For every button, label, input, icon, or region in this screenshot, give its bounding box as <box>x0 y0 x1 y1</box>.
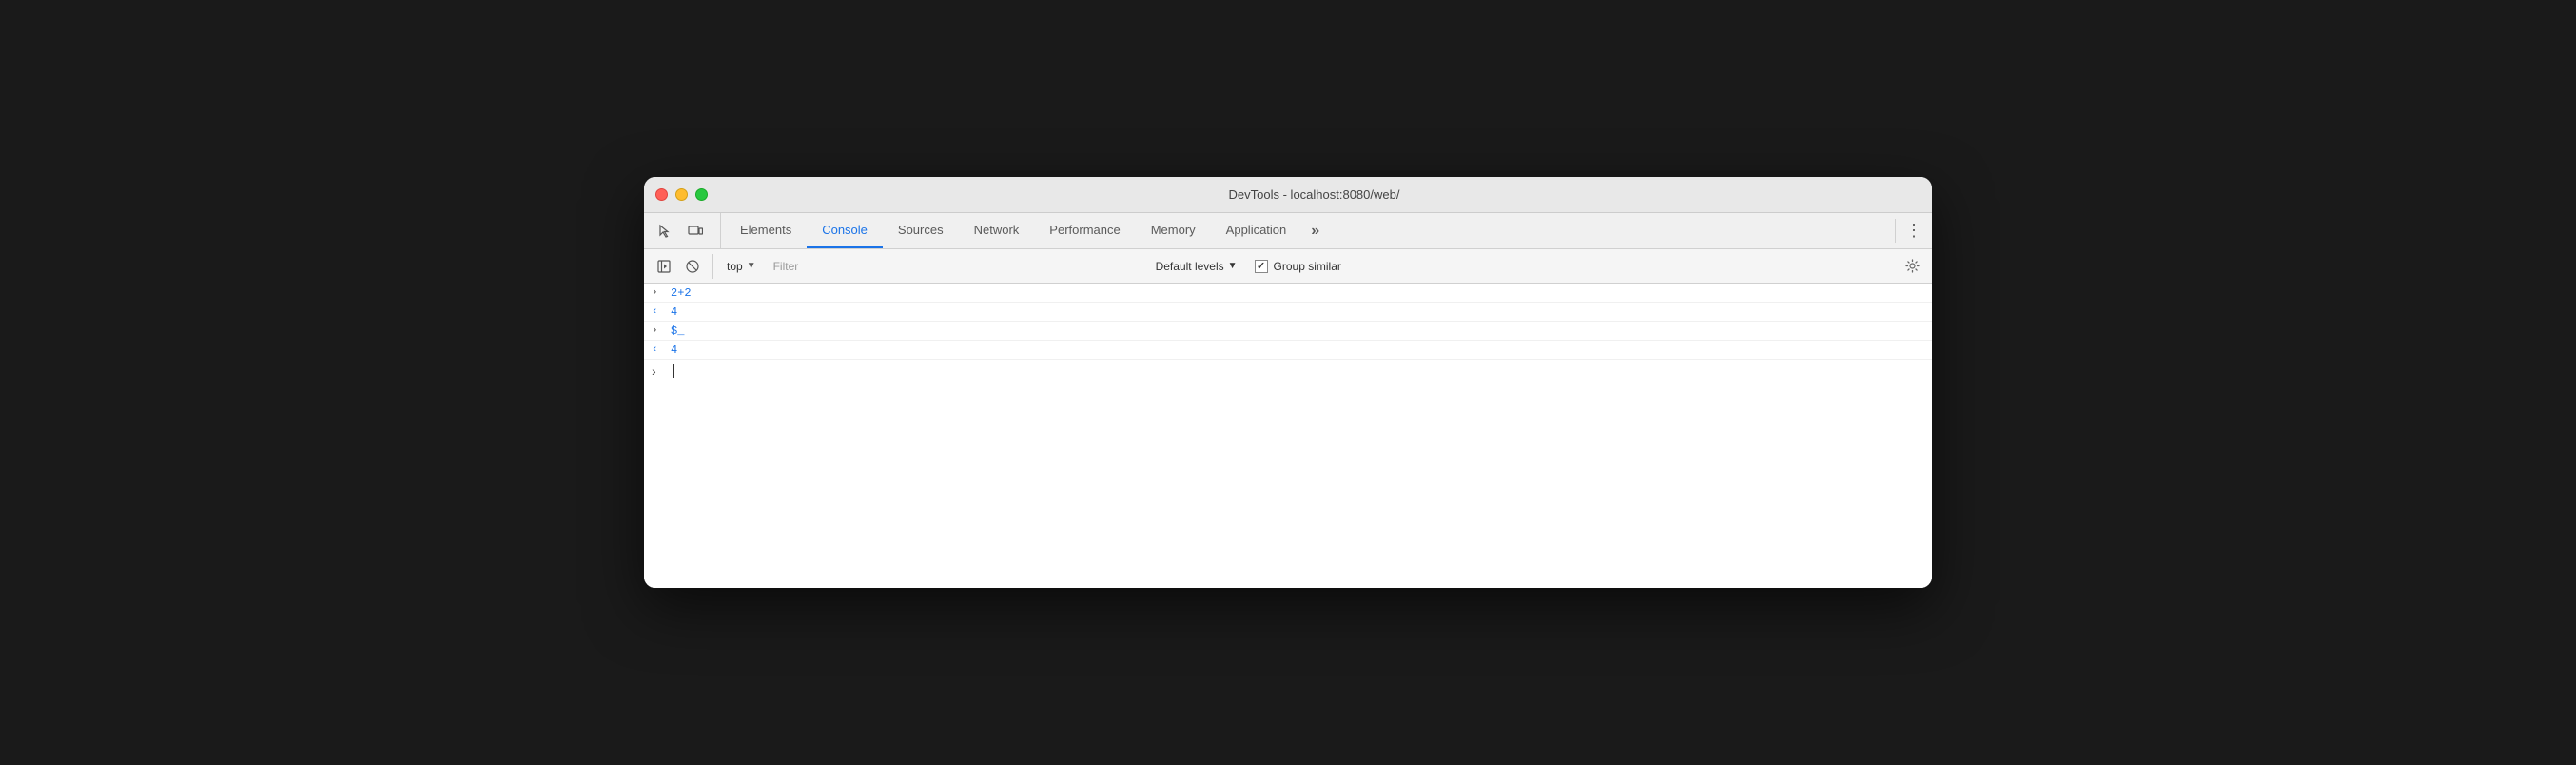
window-title: DevTools - localhost:8080/web/ <box>708 187 1921 202</box>
tab-performance[interactable]: Performance <box>1034 213 1135 248</box>
maximize-button[interactable] <box>695 188 708 201</box>
clear-console-button[interactable] <box>680 254 705 279</box>
console-row-2: ‹ 4 <box>644 303 1932 322</box>
console-row-4: ‹ 4 <box>644 341 1932 360</box>
console-result-2: 4 <box>671 343 677 357</box>
result-arrow-1: ‹ <box>652 306 667 318</box>
show-console-sidebar-button[interactable] <box>652 254 676 279</box>
traffic-lights <box>655 188 708 201</box>
console-input-row: › <box>644 360 1932 382</box>
context-dropdown-arrow: ▼ <box>747 261 756 271</box>
overflow-menu-button[interactable]: ⋮ <box>1896 213 1932 248</box>
clear-icon <box>686 260 699 273</box>
default-levels-selector[interactable]: Default levels ▼ <box>1150 260 1243 273</box>
devtools-window: DevTools - localhost:8080/web/ <box>644 177 1932 588</box>
more-tabs-button[interactable]: » <box>1301 213 1329 248</box>
device-toggle-button[interactable] <box>682 218 709 245</box>
inspect-element-button[interactable] <box>652 218 678 245</box>
toolbar-icons <box>652 213 721 248</box>
input-prompt-arrow: › <box>652 363 667 379</box>
console-expression-1: 2+2 <box>671 286 692 300</box>
cursor-icon <box>657 224 673 239</box>
devtools-panel: Elements Console Sources Network Perform… <box>644 213 1932 588</box>
tabs-spacer <box>1329 213 1895 248</box>
tab-elements[interactable]: Elements <box>725 213 807 248</box>
filter-input-wrapper <box>766 260 1146 273</box>
tab-network[interactable]: Network <box>959 213 1035 248</box>
levels-dropdown-arrow: ▼ <box>1228 261 1238 271</box>
filter-input[interactable] <box>773 260 1139 273</box>
cursor-blink <box>673 364 674 378</box>
tab-sources[interactable]: Sources <box>883 213 959 248</box>
result-arrow-2: ‹ <box>652 344 667 356</box>
group-similar-wrapper: ✓ Group similar <box>1247 260 1349 273</box>
console-row-1: › 2+2 <box>644 284 1932 303</box>
group-similar-checkbox[interactable]: ✓ <box>1255 260 1268 273</box>
console-toolbar-left <box>652 254 713 279</box>
console-expression-2: $_ <box>671 324 684 338</box>
close-button[interactable] <box>655 188 668 201</box>
settings-button[interactable] <box>1900 254 1924 279</box>
title-bar: DevTools - localhost:8080/web/ <box>644 177 1932 213</box>
minimize-button[interactable] <box>675 188 688 201</box>
context-selector[interactable]: top ▼ <box>721 258 762 275</box>
console-content: › 2+2 ‹ 4 › $_ ‹ 4 › <box>644 284 1932 588</box>
expand-arrow-1[interactable]: › <box>652 287 667 299</box>
tab-console[interactable]: Console <box>807 213 883 248</box>
sidebar-icon <box>657 260 671 273</box>
tab-application[interactable]: Application <box>1211 213 1302 248</box>
tabs-bar: Elements Console Sources Network Perform… <box>644 213 1932 249</box>
console-input-cursor[interactable] <box>673 364 674 379</box>
gear-icon <box>1905 259 1920 273</box>
tab-memory[interactable]: Memory <box>1136 213 1211 248</box>
console-row-3: › $_ <box>644 322 1932 341</box>
console-toolbar: top ▼ Default levels ▼ ✓ Group similar <box>644 249 1932 284</box>
checkmark-icon: ✓ <box>1257 260 1265 272</box>
device-icon <box>688 224 703 239</box>
console-result-1: 4 <box>671 305 677 319</box>
expand-arrow-2[interactable]: › <box>652 325 667 337</box>
